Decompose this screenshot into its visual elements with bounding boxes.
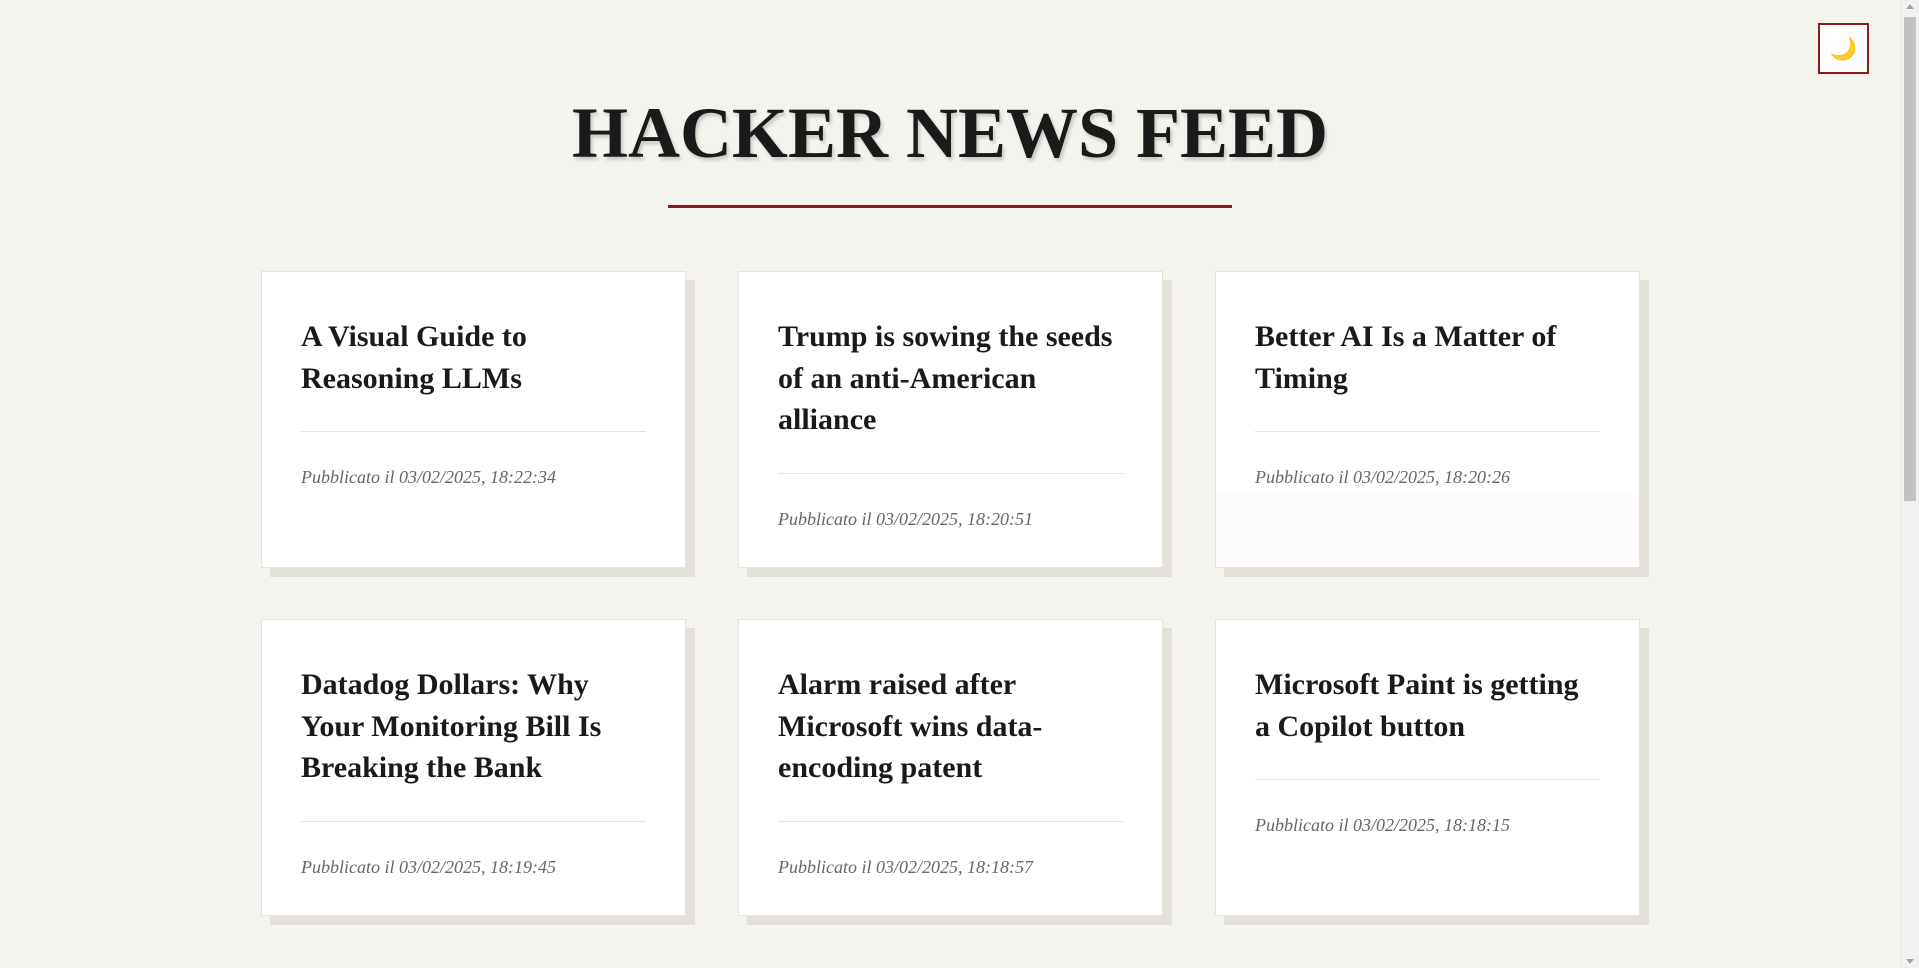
news-card-date: Pubblicato il 03/02/2025, 18:20:26 xyxy=(1255,467,1510,487)
vertical-scrollbar[interactable] xyxy=(1900,0,1919,968)
news-card[interactable]: Datadog Dollars: Why Your Monitoring Bil… xyxy=(261,619,686,916)
page-title: HACKER NEWS FEED xyxy=(571,93,1329,173)
card-divider xyxy=(301,820,646,822)
news-card[interactable]: Microsoft Paint is getting a Copilot but… xyxy=(1215,619,1640,916)
news-card-date: Pubblicato il 03/02/2025, 18:22:34 xyxy=(301,467,556,487)
news-card-date: Pubblicato il 03/02/2025, 18:18:15 xyxy=(1255,815,1510,835)
theme-toggle-button[interactable]: 🌙 xyxy=(1818,23,1869,74)
page: 🌙 HACKER NEWS FEED A Visual Guide to Rea… xyxy=(0,0,1919,968)
scrollbar-thumb[interactable] xyxy=(1904,17,1916,501)
news-card[interactable]: Better AI Is a Matter of Timing Pubblica… xyxy=(1215,271,1640,568)
news-card-date: Pubblicato il 03/02/2025, 18:20:51 xyxy=(778,508,1033,529)
moon-icon: 🌙 xyxy=(1829,35,1858,61)
news-card[interactable]: Trump is sowing the seeds of an anti-Ame… xyxy=(738,271,1163,568)
title-divider xyxy=(668,205,1232,208)
card-divider xyxy=(301,431,646,432)
news-card-title[interactable]: Microsoft Paint is getting a Copilot but… xyxy=(1255,664,1600,747)
card-divider xyxy=(1255,431,1600,432)
card-divider xyxy=(778,472,1123,474)
news-card-title[interactable]: A Visual Guide to Reasoning LLMs xyxy=(301,316,646,399)
scroll-up-arrow-icon[interactable] xyxy=(1906,4,1914,9)
news-card-title[interactable]: Alarm raised after Microsoft wins data-e… xyxy=(778,664,1123,789)
scroll-down-arrow-icon[interactable] xyxy=(1906,959,1914,964)
news-card-title[interactable]: Trump is sowing the seeds of an anti-Ame… xyxy=(778,316,1123,441)
news-card-title[interactable]: Datadog Dollars: Why Your Monitoring Bil… xyxy=(301,664,646,789)
news-card[interactable]: Alarm raised after Microsoft wins data-e… xyxy=(738,619,1163,916)
news-grid: A Visual Guide to Reasoning LLMs Pubblic… xyxy=(261,271,1640,916)
card-divider xyxy=(778,820,1123,822)
card-divider xyxy=(1255,779,1600,780)
news-card-date: Pubblicato il 03/02/2025, 18:18:57 xyxy=(778,856,1033,877)
news-card-title[interactable]: Better AI Is a Matter of Timing xyxy=(1255,316,1600,399)
news-card-date: Pubblicato il 03/02/2025, 18:19:45 xyxy=(301,856,556,877)
news-card[interactable]: A Visual Guide to Reasoning LLMs Pubblic… xyxy=(261,271,686,568)
